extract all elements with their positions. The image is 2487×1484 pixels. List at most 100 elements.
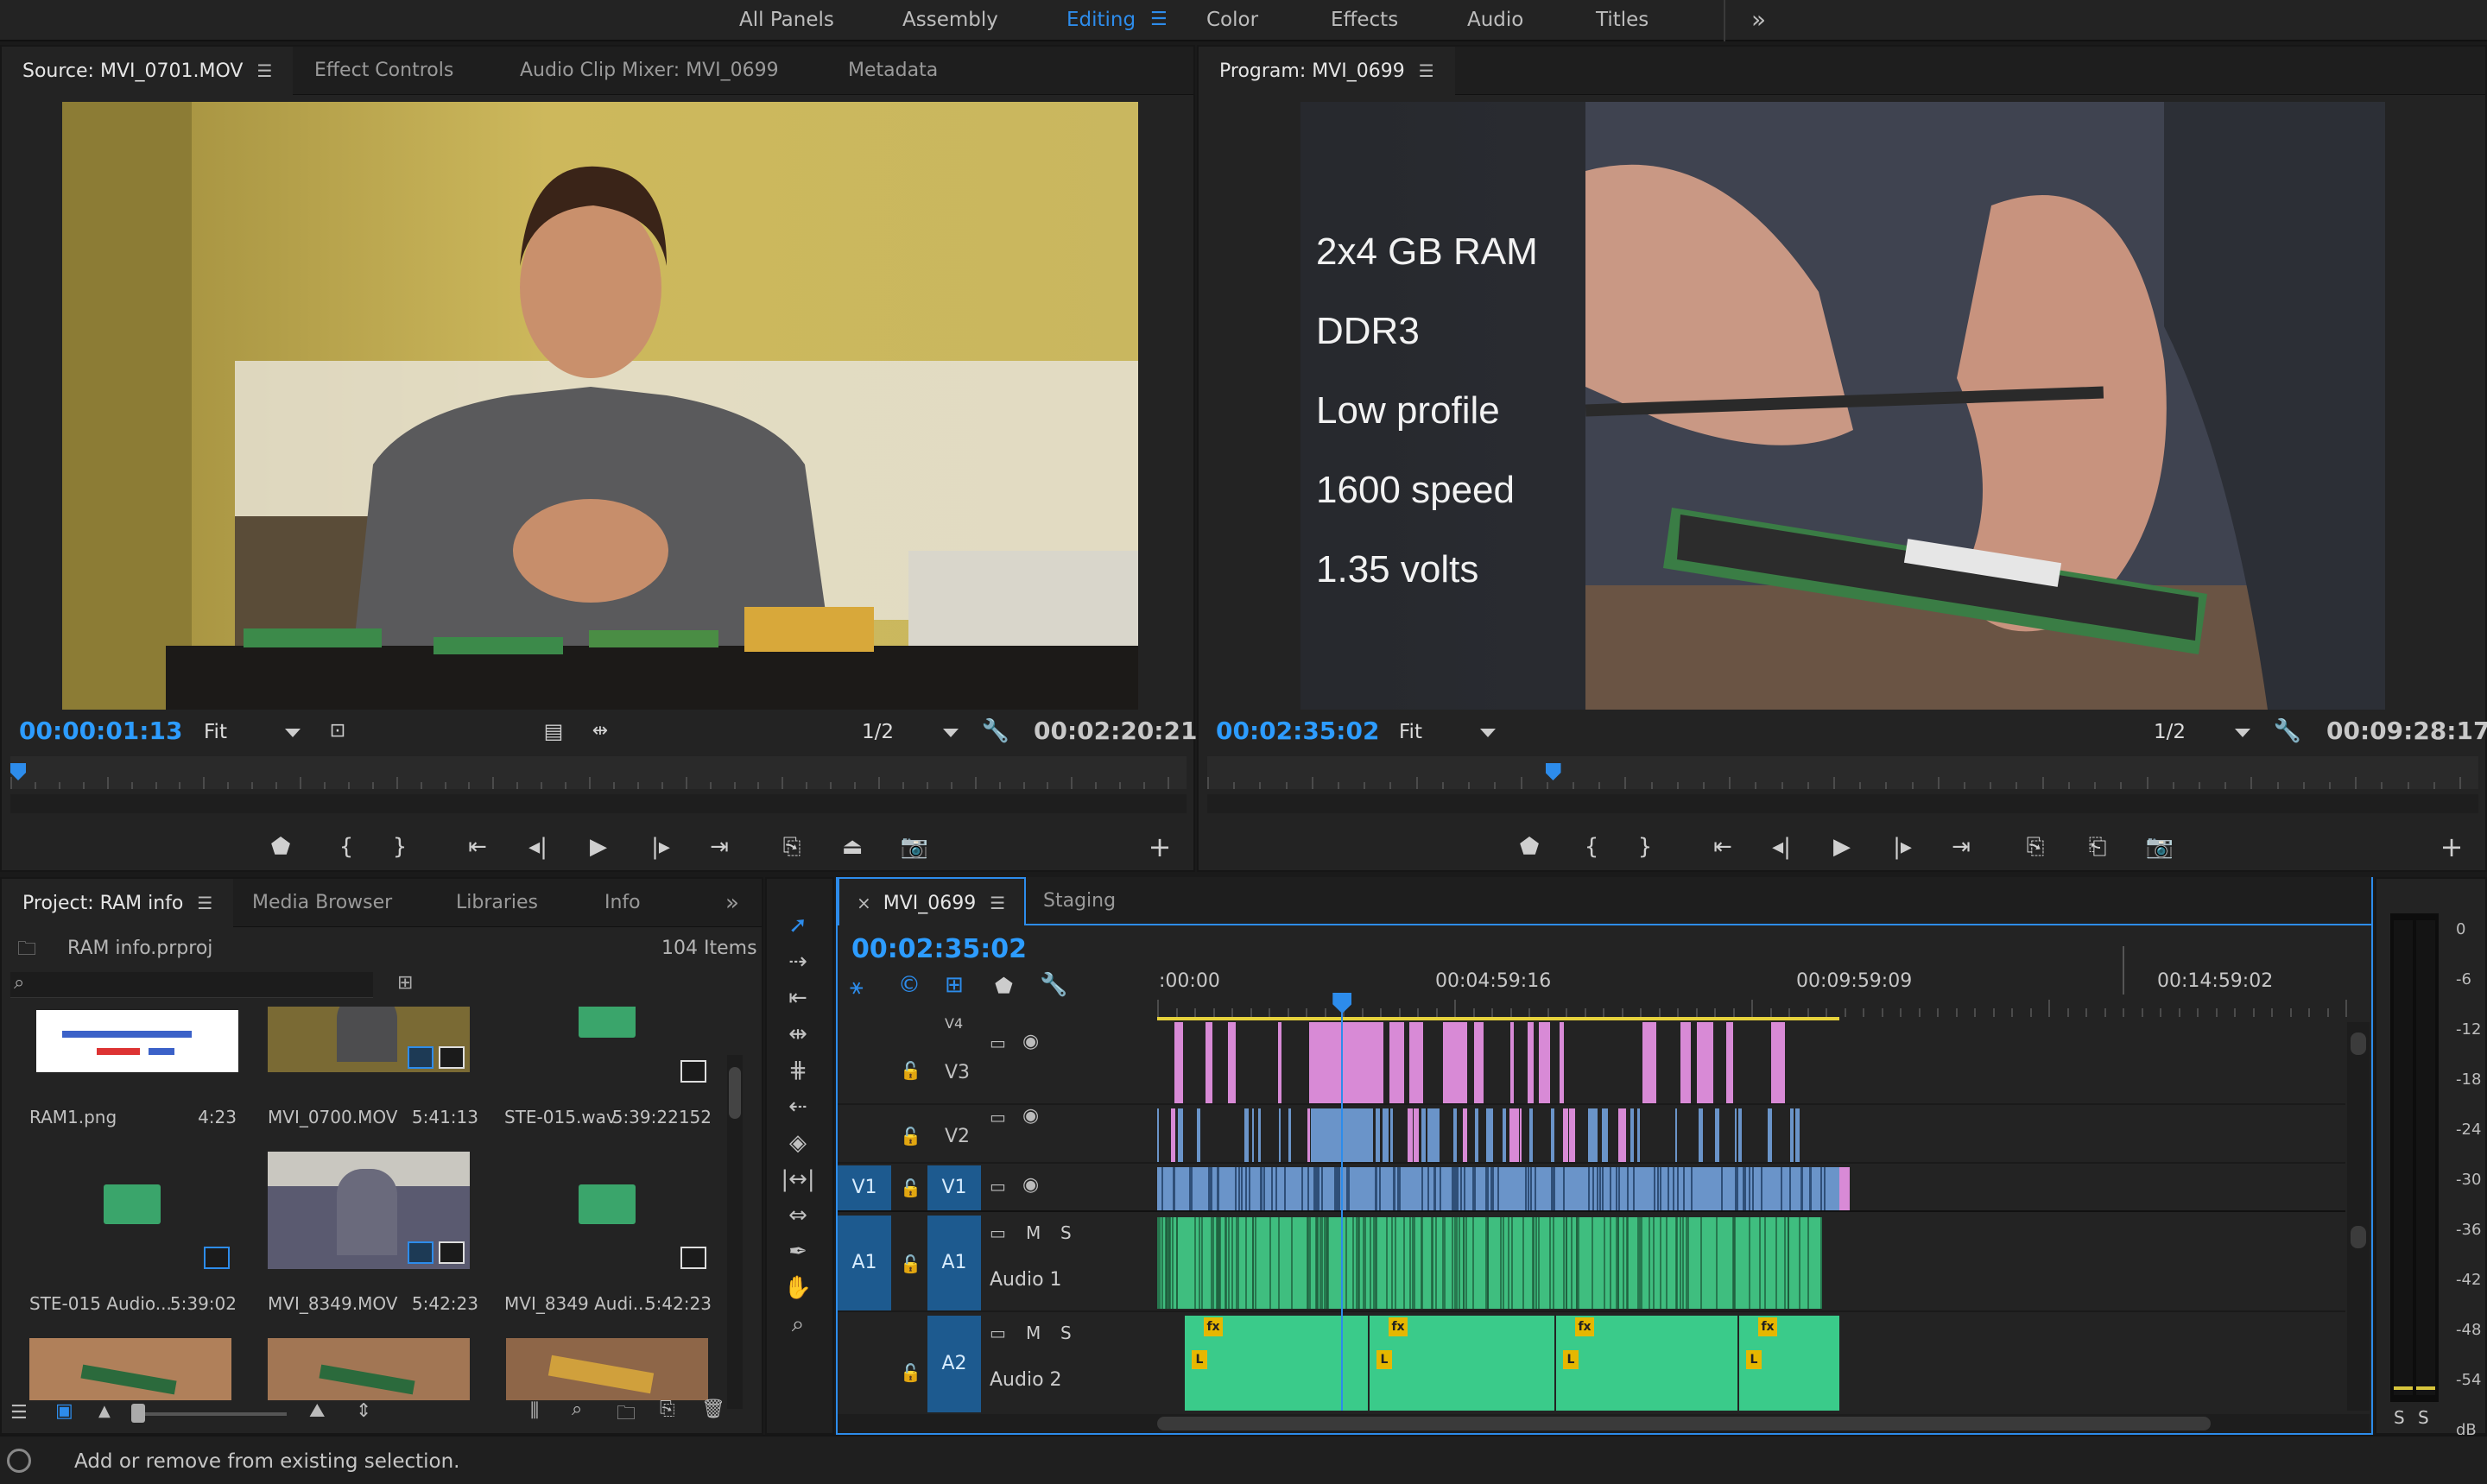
- wrench-icon[interactable]: 🔧: [979, 715, 1012, 748]
- clip-v2[interactable]: [1475, 1108, 1478, 1162]
- clip-v3[interactable]: [1309, 1022, 1383, 1103]
- clip-v3[interactable]: [1443, 1022, 1454, 1103]
- clip-v2[interactable]: [1520, 1108, 1522, 1162]
- clip-v2[interactable]: [1383, 1108, 1389, 1162]
- insert-button-icon[interactable]: ⎘: [775, 830, 808, 863]
- thumb-mvi-8349[interactable]: [268, 1152, 470, 1269]
- thumb-mvi-0700[interactable]: [268, 1007, 470, 1072]
- tab-sequence[interactable]: × MVI_0699 ☰: [838, 877, 1027, 927]
- program-zoom-scrollbar[interactable]: [1207, 794, 2478, 813]
- program-timecode[interactable]: 00:02:35:02: [1216, 717, 1379, 745]
- program-time-ruler[interactable]: [1207, 756, 2478, 789]
- waveform-icon[interactable]: [579, 1184, 636, 1224]
- clip-v2[interactable]: [1433, 1108, 1440, 1162]
- clip-v2[interactable]: [1569, 1108, 1575, 1162]
- lock-icon[interactable]: 🔓: [900, 1254, 921, 1274]
- clip-v2[interactable]: [1515, 1108, 1519, 1162]
- workspace-tab-effects[interactable]: Effects: [1331, 0, 1398, 40]
- play-icon[interactable]: ▶: [582, 830, 615, 863]
- clip-v3[interactable]: [1510, 1022, 1514, 1103]
- sync-lock-icon[interactable]: ▭: [990, 1323, 1006, 1343]
- clip-v3[interactable]: [1479, 1022, 1484, 1103]
- timeline-vertical-scrollbar[interactable]: [2347, 1022, 2370, 1411]
- step-forward-icon[interactable]: |▸: [1886, 830, 1919, 863]
- program-resolution-dropdown[interactable]: 1/2: [2154, 718, 2250, 746]
- clip-v2[interactable]: [1551, 1108, 1554, 1162]
- play-icon[interactable]: ▶: [1826, 830, 1858, 863]
- tab-effect-controls[interactable]: Effect Controls: [294, 47, 474, 95]
- clip-v2[interactable]: [1408, 1108, 1413, 1162]
- snap-icon[interactable]: ⚹: [850, 974, 864, 1001]
- tab-staging[interactable]: Staging: [1022, 877, 1136, 925]
- clip-v2[interactable]: [1503, 1108, 1506, 1162]
- wrench-icon[interactable]: 🔧: [1040, 972, 1067, 998]
- thumb-ram-clip-3[interactable]: [506, 1338, 708, 1400]
- camera-icon[interactable]: 📷: [2143, 830, 2176, 863]
- clip-v3[interactable]: [1389, 1022, 1404, 1103]
- track-target-a1[interactable]: A1: [927, 1216, 981, 1310]
- clip-v2[interactable]: [1157, 1108, 1159, 1162]
- work-area-bar[interactable]: [1157, 1017, 1839, 1020]
- panel-menu-icon[interactable]: ☰: [990, 879, 1005, 927]
- add-marker-icon[interactable]: ⬟: [1513, 830, 1546, 863]
- solo-left-button[interactable]: S: [2394, 1407, 2405, 1428]
- workspace-menu-icon[interactable]: ☰: [1150, 0, 1168, 40]
- project-scrollbar[interactable]: [727, 1055, 743, 1409]
- fx-badge[interactable]: fx: [1389, 1317, 1408, 1336]
- clip-v3[interactable]: [1560, 1022, 1564, 1103]
- insert-icon[interactable]: ⊡: [321, 715, 354, 748]
- tab-program[interactable]: Program: MVI_0699 ☰: [1199, 47, 1455, 95]
- clip-v2[interactable]: [1790, 1108, 1794, 1162]
- sync-lock-icon[interactable]: ▭: [990, 1032, 1006, 1053]
- program-video-frame[interactable]: 2x4 GB RAM DDR3 Low profile 1600 speed 1…: [1300, 102, 2385, 710]
- eye-icon[interactable]: ◉: [1022, 1105, 1039, 1127]
- clip-v2[interactable]: [1738, 1108, 1742, 1162]
- fx-badge[interactable]: fx: [1204, 1317, 1223, 1336]
- solo-button[interactable]: S: [1060, 1323, 1072, 1343]
- clip-v2[interactable]: [1622, 1108, 1626, 1162]
- source-video-frame[interactable]: [62, 102, 1138, 710]
- clip-v3[interactable]: [1278, 1022, 1281, 1103]
- clip-v2[interactable]: [1453, 1108, 1457, 1162]
- eye-icon[interactable]: ◉: [1022, 1031, 1039, 1052]
- sort-icon[interactable]: ⇕: [356, 1400, 371, 1422]
- clip-v2[interactable]: [1563, 1108, 1568, 1162]
- clip-v3[interactable]: [1680, 1022, 1691, 1103]
- tab-media-browser[interactable]: Media Browser: [231, 879, 413, 927]
- wrench-icon[interactable]: 🔧: [2271, 715, 2304, 748]
- linked-selection-icon[interactable]: ©: [898, 972, 921, 998]
- step-forward-icon[interactable]: |▸: [644, 830, 677, 863]
- sync-lock-icon[interactable]: ▭: [990, 1222, 1006, 1243]
- step-back-icon[interactable]: ◂|: [1765, 830, 1798, 863]
- go-to-out-icon[interactable]: ⇥: [703, 830, 736, 863]
- clip-v2[interactable]: [1463, 1108, 1467, 1162]
- workspace-tab-titles[interactable]: Titles: [1596, 0, 1649, 40]
- clip-v2[interactable]: [1171, 1108, 1175, 1162]
- track-target-v1[interactable]: V1: [927, 1165, 981, 1210]
- clip-v2[interactable]: [1307, 1108, 1310, 1162]
- add-button-icon[interactable]: +: [2435, 830, 2468, 863]
- thumb-ram1-png[interactable]: [36, 1010, 238, 1072]
- drag-audio-only-icon[interactable]: ⇹: [584, 715, 617, 748]
- clip-v2[interactable]: [1588, 1108, 1593, 1162]
- new-bin-icon[interactable]: 🗀: [617, 1399, 636, 1431]
- clip-v2[interactable]: [1422, 1108, 1426, 1162]
- razor-tool-icon[interactable]: ◈: [777, 1126, 819, 1160]
- sync-lock-icon[interactable]: ▭: [990, 1107, 1006, 1127]
- mark-in-icon[interactable]: {: [1575, 830, 1608, 863]
- source-patch-a1[interactable]: A1: [838, 1216, 891, 1310]
- fx-badge[interactable]: fx: [1758, 1317, 1777, 1336]
- fx-badge[interactable]: fx: [1575, 1317, 1594, 1336]
- slip-tool-icon[interactable]: |↔|: [777, 1162, 819, 1197]
- new-bin-icon[interactable]: ⊞: [397, 972, 413, 994]
- zoom-tool-icon[interactable]: ⌕: [777, 1307, 819, 1342]
- add-button-icon[interactable]: +: [1143, 830, 1176, 863]
- clip-v2[interactable]: [1529, 1108, 1533, 1162]
- clip-v2[interactable]: [1279, 1108, 1281, 1162]
- clip-v3[interactable]: [1229, 1022, 1236, 1103]
- track-select-tool-icon[interactable]: ⇢: [777, 944, 819, 979]
- clip-v2[interactable]: [1288, 1108, 1291, 1162]
- solo-right-button[interactable]: S: [2418, 1407, 2429, 1428]
- clip-v3[interactable]: [1642, 1022, 1656, 1103]
- source-resolution-dropdown[interactable]: 1/2: [862, 718, 959, 746]
